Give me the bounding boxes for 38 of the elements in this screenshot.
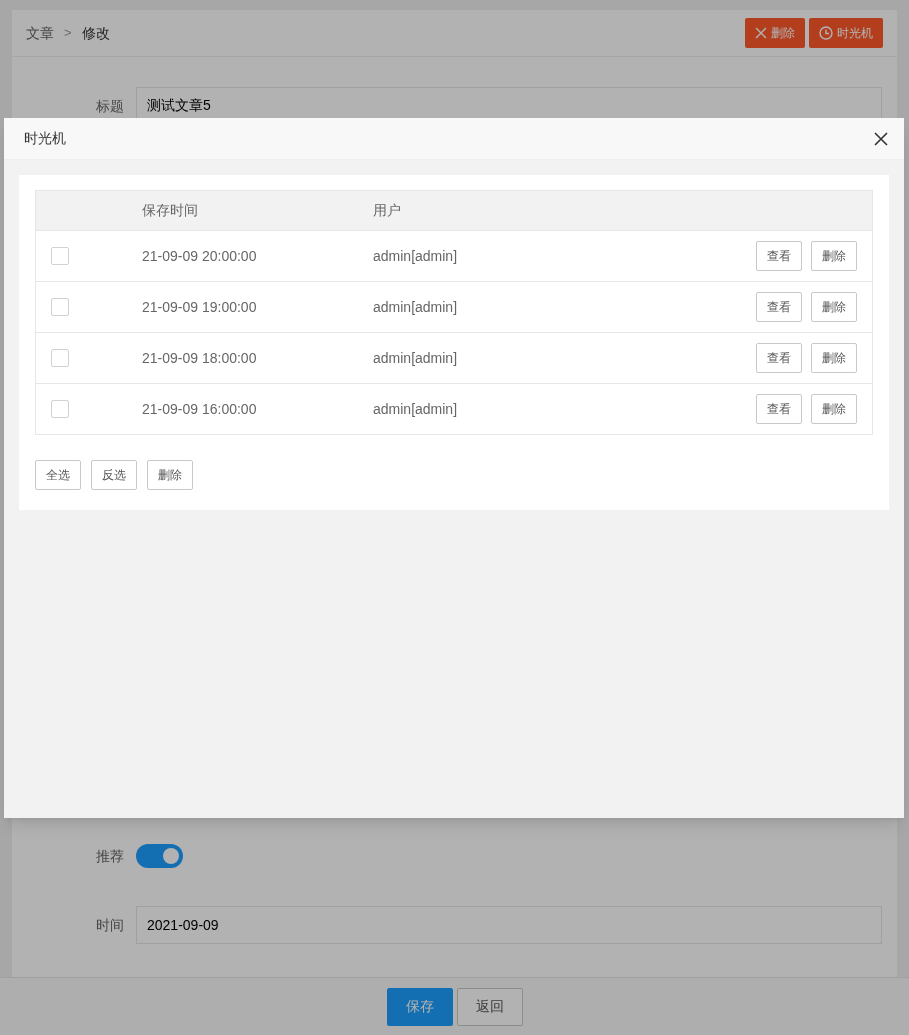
column-header: 用户 bbox=[373, 202, 401, 218]
select-all-button[interactable]: 全选 bbox=[35, 460, 81, 490]
checkbox[interactable] bbox=[51, 298, 69, 316]
text-field[interactable]: 2021-09-09 bbox=[136, 906, 882, 944]
column-header: 保存时间 bbox=[142, 202, 198, 218]
checkbox[interactable] bbox=[51, 247, 69, 265]
field-label: 推荐 bbox=[96, 846, 124, 866]
view-button[interactable]: 查看 bbox=[756, 292, 802, 322]
table-cell: admin[admin] bbox=[373, 349, 458, 366]
field-label: 时间 bbox=[96, 915, 124, 935]
table-cell: admin[admin] bbox=[373, 298, 458, 315]
delete-button[interactable]: 删除 bbox=[811, 343, 857, 373]
close-icon[interactable] bbox=[874, 131, 888, 146]
view-button[interactable]: 查看 bbox=[756, 394, 802, 424]
table-cell: admin[admin] bbox=[373, 400, 458, 417]
delete-button[interactable]: 删除 bbox=[811, 241, 857, 271]
delete-button[interactable]: 删除 bbox=[811, 292, 857, 322]
clock-icon bbox=[819, 26, 833, 40]
table-cell: admin[admin] bbox=[373, 247, 458, 264]
checkbox[interactable] bbox=[51, 400, 69, 418]
field-label: 标题 bbox=[96, 96, 124, 116]
back-button[interactable]: 返回 bbox=[456, 987, 523, 1026]
table-cell: 21-09-09 18:00:00 bbox=[142, 349, 257, 366]
breadcrumb-link[interactable]: 修改 bbox=[81, 22, 110, 44]
table-cell: 21-09-09 20:00:00 bbox=[142, 247, 257, 264]
toggle-switch[interactable] bbox=[136, 844, 183, 868]
delete-button[interactable]: 删除 bbox=[811, 394, 857, 424]
view-button[interactable]: 查看 bbox=[756, 241, 802, 271]
breadcrumb-link[interactable]: 文章 bbox=[26, 22, 54, 44]
delete-button[interactable]: 删除 bbox=[147, 460, 193, 490]
close-icon bbox=[755, 27, 767, 39]
table-cell: 21-09-09 19:00:00 bbox=[142, 298, 257, 315]
table-cell: 21-09-09 16:00:00 bbox=[142, 400, 257, 417]
checkbox[interactable] bbox=[51, 349, 69, 367]
modal-title: 时光机 bbox=[24, 129, 66, 148]
view-button[interactable]: 查看 bbox=[756, 343, 802, 373]
breadcrumb-separator: > bbox=[64, 24, 72, 43]
invert-selection-button[interactable]: 反选 bbox=[91, 460, 137, 490]
